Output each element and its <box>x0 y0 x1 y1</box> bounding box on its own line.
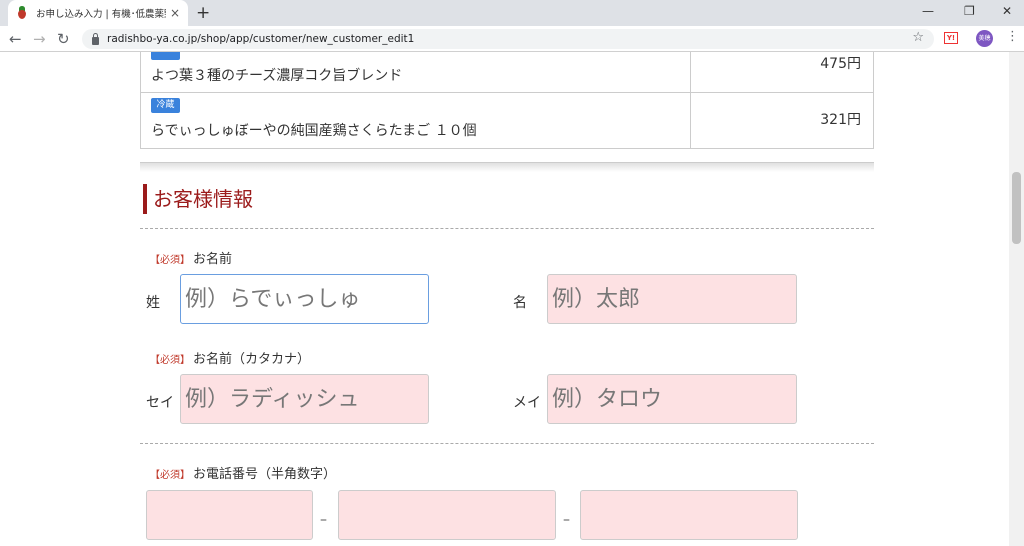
phone-separator: – <box>563 512 570 528</box>
phone-field-label: 【必須】 お電話番号（半角数字） <box>150 463 336 482</box>
page-viewport: よつ葉３種のチーズ濃厚コク旨ブレンド 475円 冷蔵 らでぃっしゅぼーやの純国産… <box>0 52 1024 546</box>
section-title-text: お客様情報 <box>153 187 253 211</box>
section-title: お客様情報 <box>143 184 253 214</box>
product-name[interactable]: らでぃっしゅぼーやの純国産鶏さくらたまご １０個 <box>151 120 477 140</box>
product-price: 475円 <box>820 56 861 72</box>
first-name-kana-input[interactable] <box>547 374 797 424</box>
name-label-text: お名前 <box>193 252 233 267</box>
scroll-thumb[interactable] <box>1012 172 1021 244</box>
last-name-input[interactable] <box>180 274 429 324</box>
kana-label-text: お名前（カタカナ） <box>193 352 311 367</box>
name-field-label: 【必須】 お名前 <box>150 248 232 267</box>
storage-badge: 冷蔵 <box>151 98 180 113</box>
first-name-kana-label: メイ <box>513 395 541 411</box>
restore-icon[interactable]: ❐ <box>964 4 975 18</box>
table-row: 冷蔵 らでぃっしゅぼーやの純国産鶏さくらたまご １０個 321円 <box>141 93 873 149</box>
table-row: よつ葉３種のチーズ濃厚コク旨ブレンド 475円 <box>141 52 873 93</box>
product-name[interactable]: よつ葉３種のチーズ濃厚コク旨ブレンド <box>151 65 402 85</box>
kana-field-label: 【必須】 お名前（カタカナ） <box>150 348 310 367</box>
phone-part1-input[interactable] <box>146 490 313 540</box>
yahoo-extension-icon[interactable]: Y! <box>944 32 958 44</box>
first-name-label: 名 <box>513 295 527 311</box>
cart-table: よつ葉３種のチーズ濃厚コク旨ブレンド 475円 冷蔵 らでぃっしゅぼーやの純国産… <box>140 52 874 149</box>
divider <box>140 228 874 229</box>
divider <box>140 443 874 444</box>
tab-close-icon[interactable]: × <box>170 6 180 20</box>
last-name-kana-input[interactable] <box>180 374 429 424</box>
radish-favicon-icon <box>16 6 28 20</box>
required-badge: 【必須】 <box>150 355 190 366</box>
minimize-icon[interactable]: — <box>922 4 934 18</box>
forward-icon[interactable]: → <box>33 30 46 48</box>
required-badge: 【必須】 <box>150 255 190 266</box>
omnibox[interactable]: radishbo-ya.co.jp/shop/app/customer/new_… <box>82 29 934 49</box>
address-bar: ← → ↻ radishbo-ya.co.jp/shop/app/custome… <box>0 26 1024 52</box>
new-tab-button[interactable]: + <box>196 3 210 23</box>
browser-tab[interactable]: お申し込み入力 | 有機･低農薬野菜 × <box>8 0 188 26</box>
tab-strip: お申し込み入力 | 有機･低農薬野菜 × + — ❐ ✕ <box>0 0 1024 26</box>
storage-badge <box>151 52 180 60</box>
required-badge: 【必須】 <box>150 470 190 481</box>
first-name-input[interactable] <box>547 274 797 324</box>
reload-icon[interactable]: ↻ <box>57 30 70 48</box>
product-price: 321円 <box>820 112 861 128</box>
url-text[interactable]: radishbo-ya.co.jp/shop/app/customer/new_… <box>107 33 414 45</box>
window-close-icon[interactable]: ✕ <box>1002 4 1012 18</box>
section-separator <box>140 162 874 172</box>
phone-separator: – <box>320 512 327 528</box>
profile-avatar[interactable]: 美穂 <box>976 30 993 47</box>
last-name-kana-label: セイ <box>146 395 174 411</box>
menu-dots-icon[interactable]: ⋮ <box>1006 30 1019 44</box>
page-scrollbar[interactable] <box>1009 52 1024 546</box>
bookmark-star-icon[interactable]: ☆ <box>912 30 924 45</box>
last-name-label: 姓 <box>146 295 160 311</box>
phone-label-text: お電話番号（半角数字） <box>193 467 337 482</box>
lock-icon <box>92 32 99 45</box>
phone-part2-input[interactable] <box>338 490 556 540</box>
back-icon[interactable]: ← <box>9 30 22 48</box>
tab-title: お申し込み入力 | 有機･低農薬野菜 <box>36 9 166 20</box>
phone-part3-input[interactable] <box>580 490 798 540</box>
